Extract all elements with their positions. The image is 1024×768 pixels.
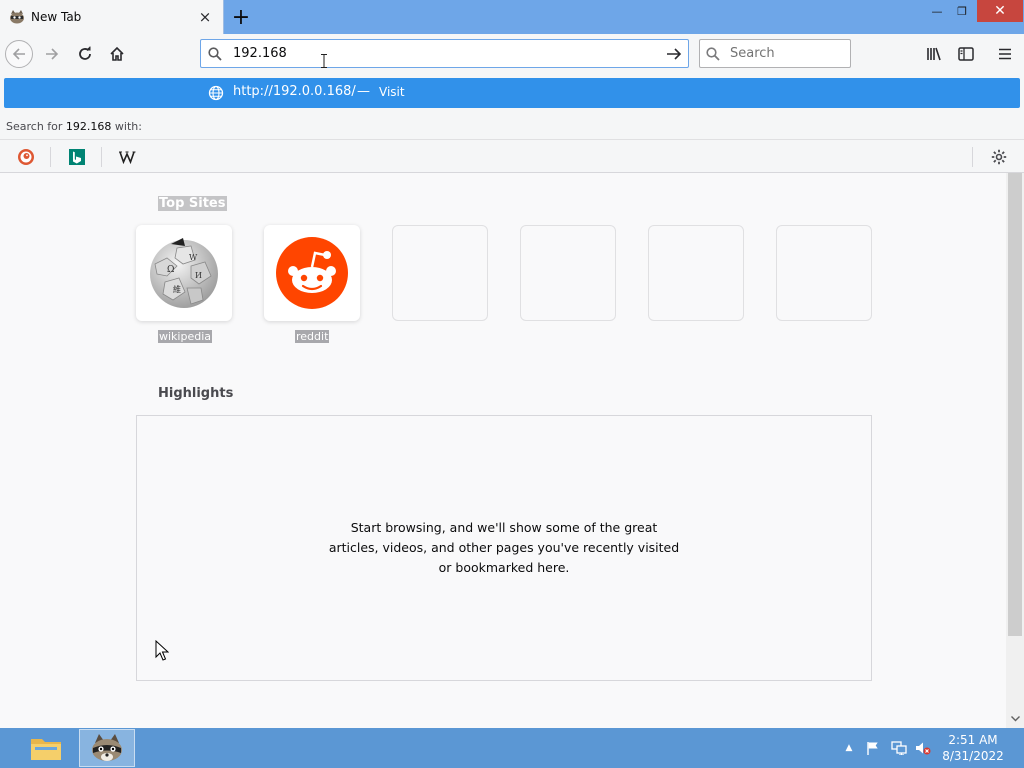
go-arrow-icon[interactable] (660, 47, 688, 61)
menu-button[interactable] (991, 40, 1019, 68)
chevron-down-icon[interactable] (1006, 710, 1024, 728)
hamburger-menu-icon (999, 48, 1011, 60)
gear-icon (991, 149, 1007, 165)
bing-icon (69, 149, 85, 165)
url-input[interactable] (229, 46, 660, 61)
highlights-message: Start browsing, and we'll show some of t… (328, 520, 680, 575)
new-tab-page: Top Sites Ω W И 維 wikipedia reddit Highl… (0, 173, 1006, 728)
reddit-logo-icon (276, 237, 348, 309)
autocomplete-suggestion[interactable]: http://192.0.0.168/ — Visit (4, 78, 1020, 108)
search-for-label: Search for 192.168 with: (6, 120, 142, 133)
search-for-term: 192.168 (65, 120, 112, 133)
raccoon-app-icon (92, 734, 122, 761)
arrow-left-icon (12, 48, 25, 60)
svg-text:Ω: Ω (167, 265, 174, 275)
sidebar-toggle-button[interactable] (952, 40, 980, 68)
divider (972, 147, 973, 167)
top-site-tile-empty[interactable] (520, 225, 616, 321)
page-scrollbar[interactable] (1006, 173, 1024, 728)
tab-title: New Tab (31, 10, 82, 24)
top-sites-title: Top Sites (158, 196, 227, 211)
show-hidden-icons-icon[interactable]: ▲ (842, 738, 856, 758)
system-clock[interactable]: 2:51 AM 8/31/2022 (940, 732, 1006, 764)
close-window-button[interactable]: ✕ (977, 0, 1023, 22)
search-for-suffix: with: (111, 120, 142, 133)
network-icon[interactable] (890, 738, 908, 758)
sidebar-icon (958, 47, 974, 61)
clock-date: 8/31/2022 (942, 749, 1004, 763)
suggestion-url: http://192.0.0.168/ (233, 84, 356, 99)
divider (50, 147, 51, 167)
back-button[interactable] (5, 40, 33, 68)
text-cursor-icon (321, 54, 327, 68)
duckduckgo-icon (18, 149, 34, 165)
new-tab-button[interactable]: + (228, 4, 254, 30)
forward-button[interactable] (38, 40, 66, 68)
search-input[interactable] (726, 46, 850, 61)
arrow-right-icon (46, 48, 59, 60)
folder-icon (31, 739, 61, 760)
library-button[interactable] (920, 40, 948, 68)
search-bar[interactable] (699, 39, 851, 68)
windows-taskbar: ▲ 2:51 AM 8/31/2022 (0, 728, 1024, 768)
divider (0, 139, 1024, 140)
divider (101, 147, 102, 167)
clock-time: 2:51 AM (948, 733, 998, 747)
search-icon (201, 46, 229, 61)
reload-icon (79, 46, 91, 60)
reload-button[interactable] (71, 40, 99, 68)
scrollbar-thumb[interactable] (1008, 173, 1022, 636)
restore-button[interactable]: ❐ (950, 0, 974, 22)
wikipedia-logo-icon: Ω W И 維 (150, 238, 218, 308)
suggestion-separator: — (357, 84, 370, 99)
highlights-title: Highlights (158, 386, 234, 401)
top-site-tile-empty[interactable] (776, 225, 872, 321)
svg-text:W: W (189, 253, 198, 262)
home-button[interactable] (103, 40, 131, 68)
highlights-empty-state: Start browsing, and we'll show some of t… (136, 415, 872, 681)
browser-taskbar-button[interactable] (79, 729, 135, 767)
minimize-button[interactable]: — (925, 0, 949, 22)
top-site-tile-empty[interactable] (648, 225, 744, 321)
tab-new-tab[interactable]: New Tab × (0, 0, 224, 34)
search-settings-button[interactable] (988, 146, 1010, 168)
top-site-label-reddit: reddit (295, 330, 330, 343)
top-site-tile-reddit[interactable] (264, 225, 360, 321)
library-icon (927, 47, 941, 61)
tab-bar: New Tab × + — ❐ ✕ (0, 0, 1024, 34)
svg-text:И: И (195, 271, 202, 280)
search-for-prefix: Search for (6, 120, 66, 133)
action-center-flag-icon[interactable] (864, 738, 882, 758)
wikipedia-w-icon (119, 151, 136, 164)
bing-engine-button[interactable] (66, 146, 88, 168)
volume-muted-icon[interactable] (914, 738, 932, 758)
file-explorer-taskbar-button[interactable] (18, 729, 74, 767)
nav-bar (0, 34, 1024, 74)
raccoon-favicon-icon (9, 9, 25, 25)
suggestion-action: Visit (379, 85, 405, 99)
wikipedia-engine-button[interactable] (117, 146, 139, 168)
globe-icon (208, 85, 224, 101)
close-tab-icon[interactable]: × (195, 7, 215, 27)
url-bar[interactable] (200, 39, 689, 68)
home-icon (110, 46, 124, 61)
top-site-tile-empty[interactable] (392, 225, 488, 321)
duckduckgo-engine-button[interactable] (15, 146, 37, 168)
top-site-label-wikipedia: wikipedia (158, 330, 213, 343)
top-site-tile-wikipedia[interactable]: Ω W И 維 (136, 225, 232, 321)
url-autocomplete-popup: http://192.0.0.168/ — Visit Search for 1… (0, 74, 1024, 173)
search-icon (700, 46, 726, 61)
mouse-pointer-icon (155, 640, 169, 661)
svg-text:維: 維 (173, 284, 181, 294)
